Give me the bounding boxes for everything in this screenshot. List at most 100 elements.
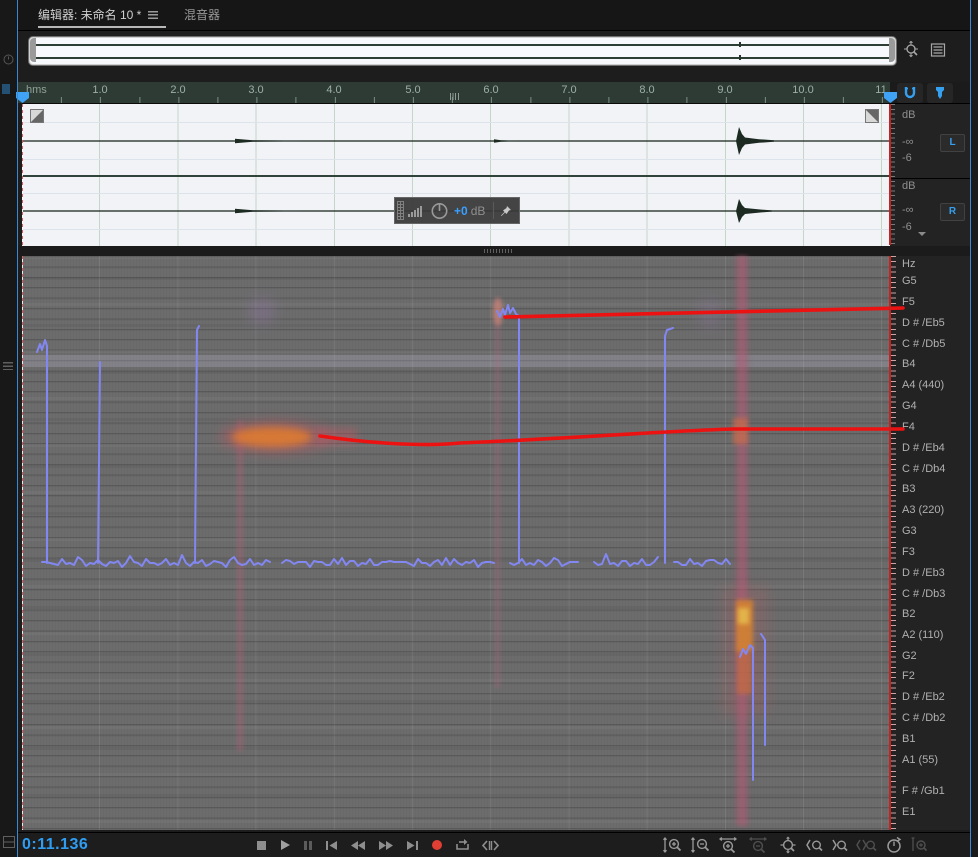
ruler-label: 8.0 [639,84,655,96]
ruler-label: 7.0 [561,84,577,96]
note-label: D # /Eb3 [902,567,945,579]
gain-value[interactable]: +0 [454,204,468,218]
meter-dropdown-icon[interactable] [918,232,926,240]
collapsed-panel-rail[interactable] [0,0,17,857]
skip-to-start-button[interactable] [325,840,338,851]
timeline-ruler[interactable]: hms 1.0 2.0 3.0 4.0 5.0 6.0 7.0 8.0 9.0 10.0 11 [18,82,890,103]
note-label: B2 [902,608,916,620]
tab-editor-label: 编辑器: 未命名 10 * [38,8,142,22]
note-label: B3 [902,483,916,495]
fade-in-handle[interactable] [30,109,44,123]
right-margin [971,0,978,857]
note-label: D # /Eb2 [902,691,945,703]
status-transport-bar: 0:11.136 [18,832,970,857]
marker-pin-icon [936,87,944,99]
timecode-display[interactable]: 0:11.136 [22,836,88,854]
zoom-selection-button[interactable] [856,837,878,854]
transport-controls [256,836,499,854]
selection-start-line [22,256,23,830]
zoom-in-point-button[interactable] [806,837,824,854]
stop-button[interactable] [256,840,267,851]
rewind-button[interactable] [350,840,366,851]
pause-button[interactable] [303,840,313,851]
note-label: E1 [902,806,916,818]
marker-button[interactable] [927,83,953,103]
ruler-label: 4.0 [326,84,342,96]
zoom-full-button[interactable] [910,836,929,854]
ruler-unit: hms [26,84,47,96]
note-label: C # /Db2 [902,712,946,724]
note-label: C # /Db3 [902,588,946,600]
note-label: F4 [902,421,915,433]
zoom-in-horizontal-button[interactable] [718,836,741,855]
ruler-label: 5.0 [405,84,421,96]
note-label: A3 (220) [902,504,945,516]
levels-bars-icon [408,205,422,217]
note-label: Hz [902,258,916,270]
overview-left-handle[interactable] [30,38,36,62]
note-label: F5 [902,296,915,308]
clock-icon [3,54,14,65]
spectral-overlay-svg [36,256,905,826]
panel-list-button[interactable] [930,41,946,59]
gain-knob-icon[interactable] [430,201,449,220]
tab-mixer-label: 混音器 [184,8,221,22]
splitter-grip[interactable] [484,249,512,253]
note-label: D # /Eb4 [902,442,945,454]
pin-hud-icon[interactable] [500,205,512,217]
overview-right-handle[interactable] [889,38,895,62]
db-label: dB [902,109,916,121]
audition-window: { "tabs": { "editor": "编辑器: 未命名 10 *", "… [0,0,978,857]
overview-zoom-reset-button[interactable] [901,41,921,59]
zoom-reset-button[interactable] [778,835,799,855]
note-label: G2 [902,650,917,662]
tab-mixer[interactable]: 混音器 [184,0,220,30]
panel-menu-icon[interactable] [148,11,159,19]
panel-badge [2,84,10,94]
overview-channel-line [35,57,890,59]
loop-playback-button[interactable] [455,838,470,852]
overview-waveform-spike [739,42,741,47]
channel-button-right[interactable]: R [940,203,965,221]
volume-hud[interactable]: +0 dB [394,197,520,224]
note-label: G5 [902,275,917,287]
db-label: -6 [902,152,912,164]
zoom-out-vertical-button[interactable] [690,836,711,855]
note-label: F2 [902,670,915,682]
fade-out-handle[interactable] [865,109,879,123]
note-label: G4 [902,400,917,412]
fast-forward-button[interactable] [378,840,394,851]
active-tab-underline [38,26,166,28]
record-button[interactable] [431,839,443,851]
overview-waveform-spike [739,55,741,60]
channel-button-left[interactable]: L [940,134,965,152]
channel-divider[interactable] [22,175,890,177]
red-pitch-annotations [318,306,905,447]
snap-magnet-icon [904,87,916,99]
skip-to-end-button[interactable] [406,840,419,851]
panel-splitter[interactable] [18,246,970,256]
zoom-out-point-button[interactable] [831,837,849,854]
note-label: A4 (440) [902,379,945,391]
overview-channel-line [35,44,890,46]
note-label: B1 [902,733,916,745]
waveform-display[interactable] [22,103,890,247]
db-label: -∞ [902,136,914,148]
grid-icon [3,836,15,848]
ruler-label: 10.0 [792,84,814,96]
snap-button[interactable] [897,83,923,103]
overview-navigator[interactable] [28,36,897,66]
note-label: F3 [902,546,915,558]
timer-button[interactable] [885,836,903,854]
skip-selection-button[interactable] [482,839,499,851]
hud-drag-grip[interactable] [397,201,404,220]
zoom-in-vertical-button[interactable] [662,836,683,855]
pitch-note-scale[interactable]: Hz G5 F5 D # /Eb5 C # /Db5 B4 A4 (440) G4 F4 D # … [890,256,970,830]
play-button[interactable] [279,839,291,851]
panel-focus-border-right [970,0,971,857]
zoom-out-horizontal-button[interactable] [748,836,771,855]
db-label: dB [902,180,916,192]
menu-lines-icon [3,362,13,370]
note-label: B4 [902,358,916,370]
gain-unit: dB [470,203,486,218]
